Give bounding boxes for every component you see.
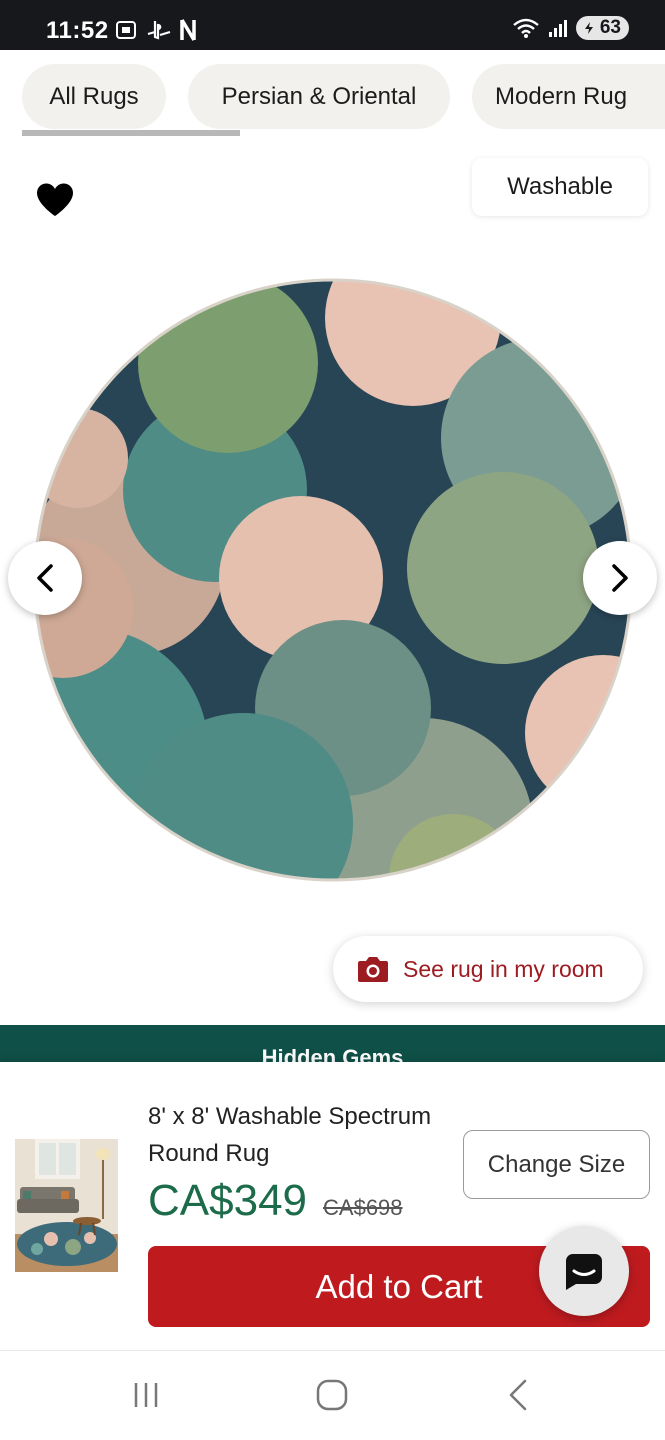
battery-level: 63	[599, 17, 621, 38]
chat-button[interactable]	[539, 1226, 629, 1316]
chip-scroll-indicator	[22, 130, 240, 136]
product-image[interactable]	[33, 278, 633, 882]
see-in-room-label: See rug in my room	[403, 955, 604, 982]
add-to-cart-label: Add to Cart	[315, 1267, 483, 1305]
promo-text: Hidden Gems	[261, 1045, 404, 1063]
chip-persian-oriental[interactable]: Persian & Oriental	[188, 64, 450, 129]
gallery-next-button[interactable]	[583, 541, 657, 615]
playstation-icon	[147, 21, 171, 40]
gallery-prev-button[interactable]	[8, 541, 82, 615]
system-nav-bar	[0, 1350, 665, 1440]
battery-icon: 63	[575, 16, 629, 40]
sale-price: CA$349	[148, 1176, 308, 1225]
back-icon[interactable]	[493, 1375, 543, 1415]
chip-all-rugs[interactable]: All Rugs	[22, 64, 166, 129]
category-chip-bar[interactable]: All Rugs Persian & Oriental Modern Rug	[0, 50, 665, 146]
change-size-button[interactable]: Change Size	[463, 1130, 650, 1199]
status-notification-icons	[114, 18, 196, 42]
status-system-icons: 63	[512, 16, 629, 40]
chevron-left-icon	[37, 564, 53, 592]
screenshot-icon	[116, 21, 136, 39]
signal-icon	[548, 20, 567, 37]
heart-icon[interactable]	[36, 183, 74, 217]
chevron-right-icon	[612, 564, 628, 592]
washable-badge: Washable	[472, 158, 648, 216]
price-row: CA$349 CA$698	[148, 1176, 403, 1226]
status-time: 11:52	[46, 17, 109, 44]
netflix-icon	[180, 19, 196, 41]
camera-icon	[358, 957, 388, 982]
chat-icon	[566, 1254, 602, 1290]
original-price: CA$698	[323, 1195, 403, 1220]
chip-modern-rugs[interactable]: Modern Rug	[472, 64, 665, 129]
status-bar: 11:52 63	[0, 0, 665, 50]
product-title: 8' x 8' Washable Spectrum Round Rug	[148, 1103, 432, 1167]
product-thumbnail[interactable]	[15, 1139, 118, 1272]
recents-icon[interactable]	[121, 1375, 171, 1415]
see-in-room-button[interactable]: See rug in my room	[333, 936, 643, 1002]
home-icon[interactable]	[307, 1375, 357, 1415]
wifi-icon	[513, 18, 539, 38]
promo-banner[interactable]: Hidden Gems	[0, 1025, 665, 1063]
